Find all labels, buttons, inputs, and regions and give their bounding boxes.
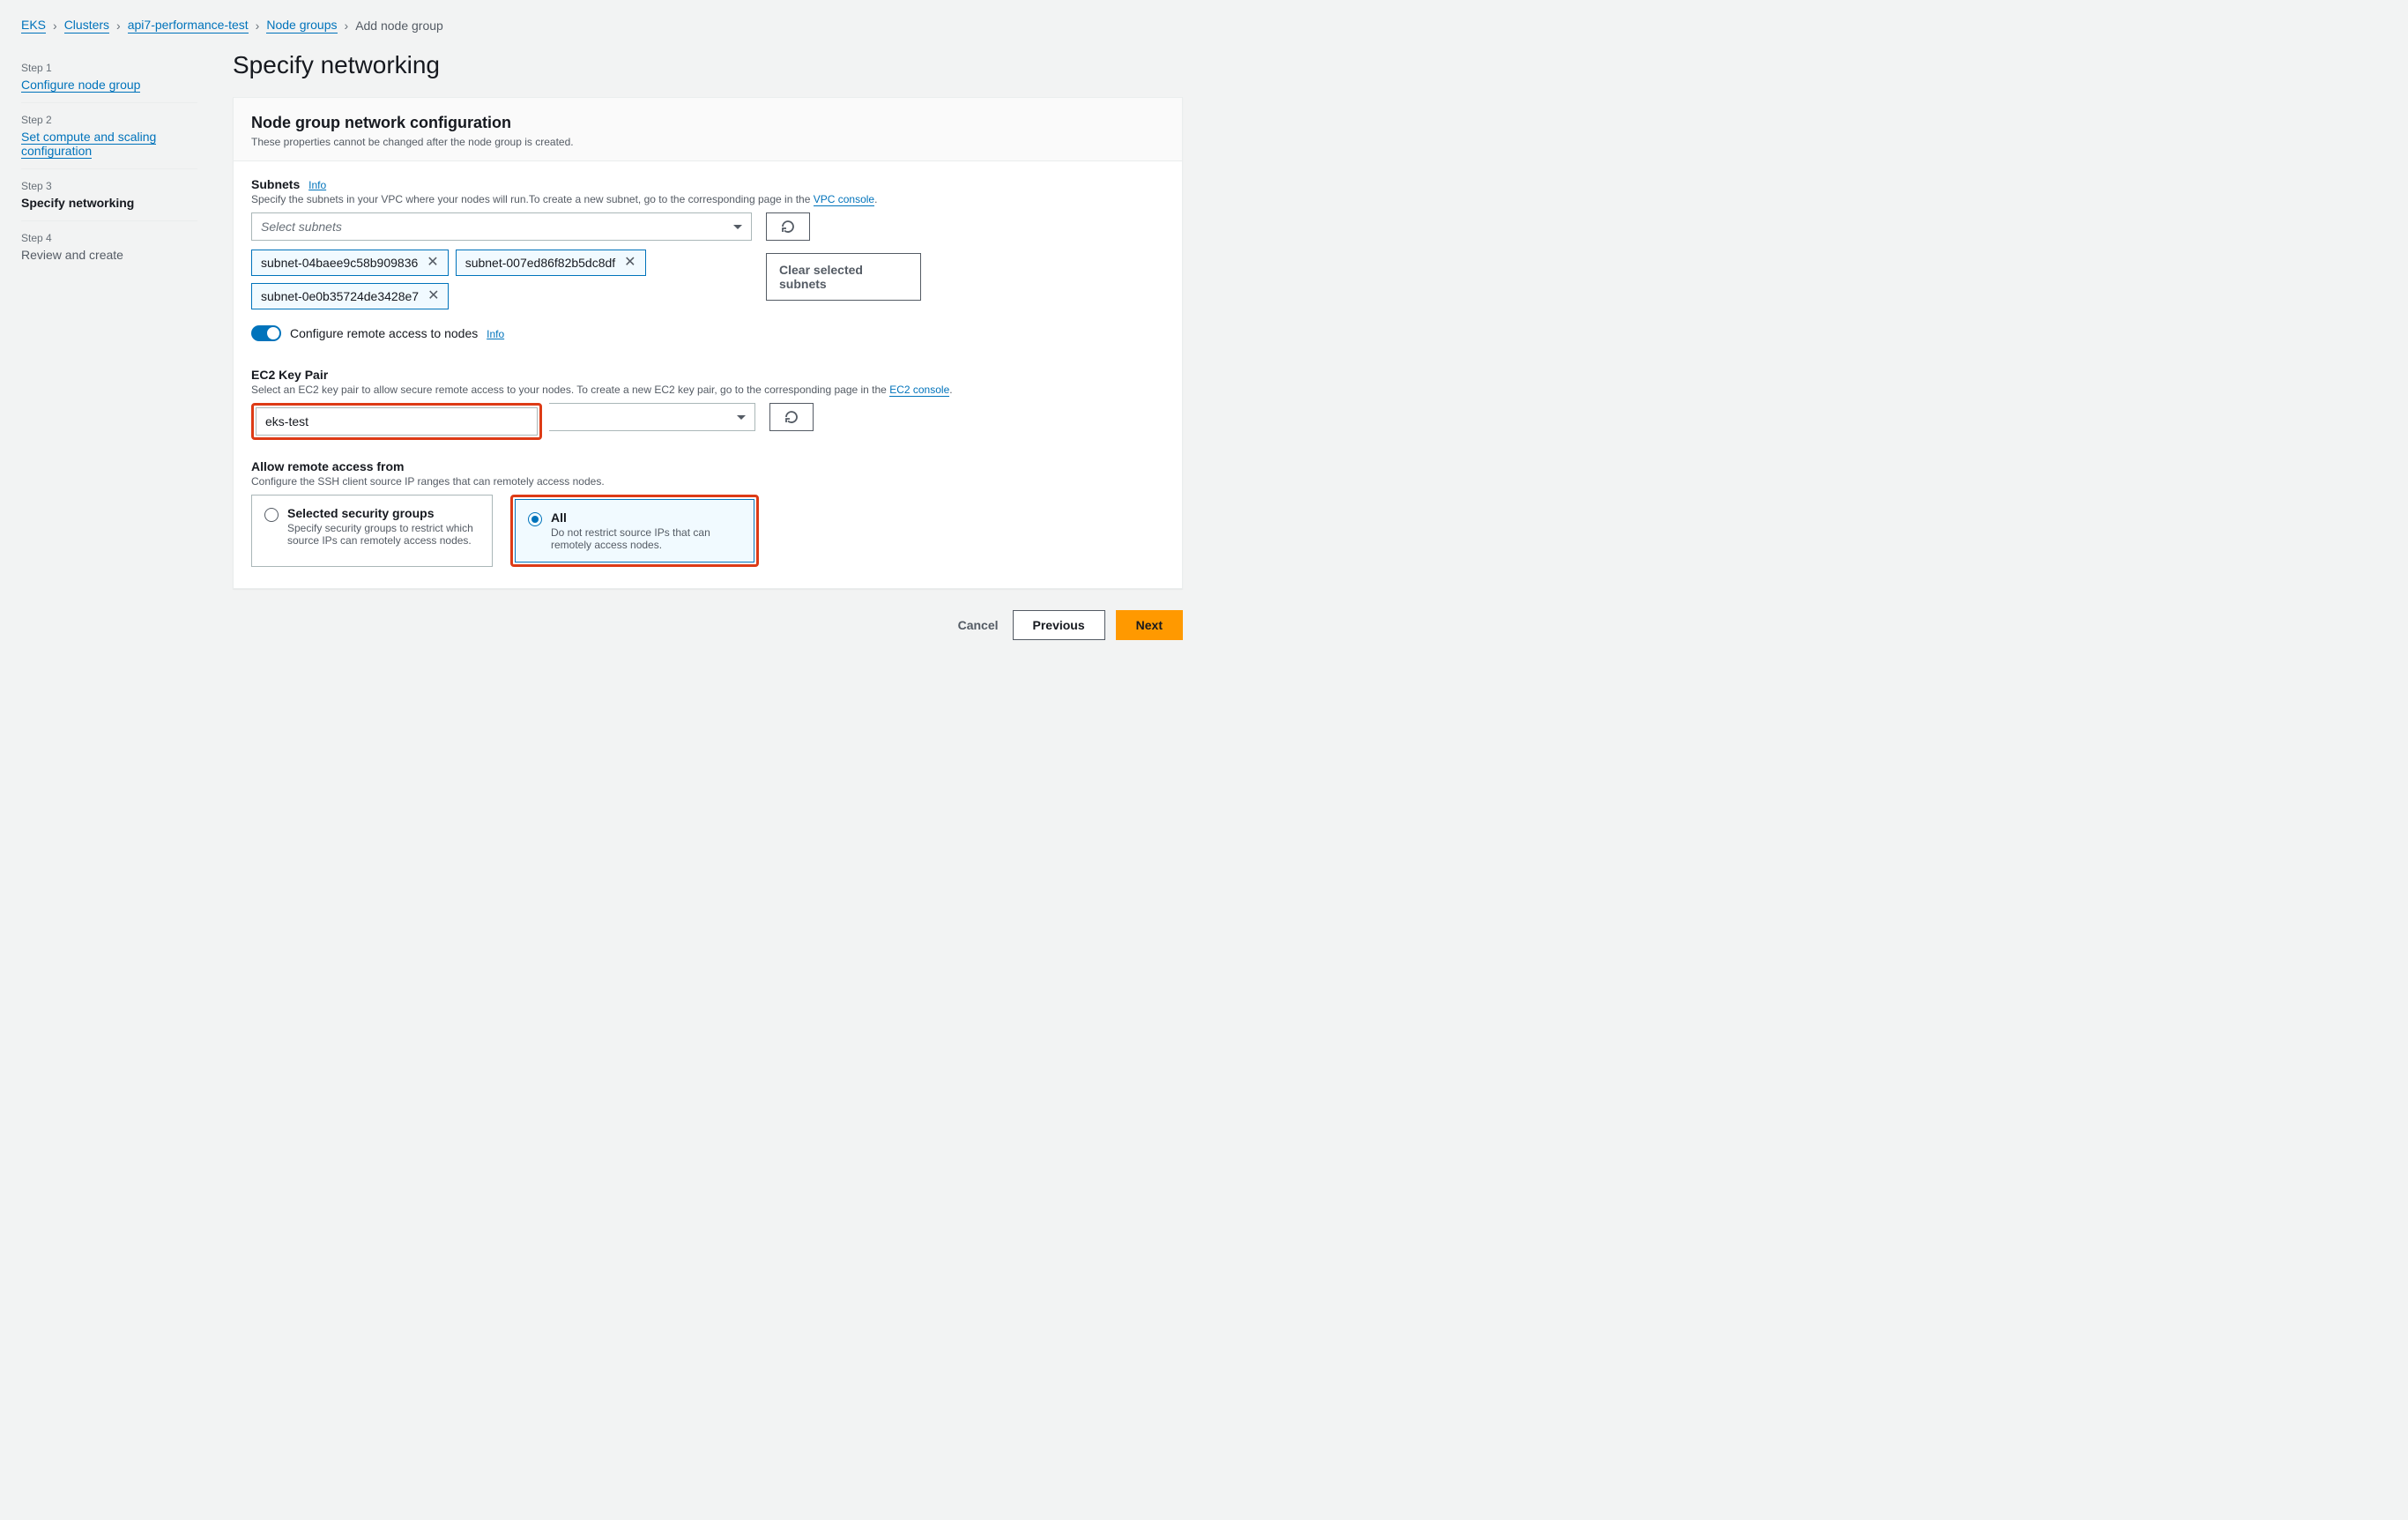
breadcrumb-current: Add node group — [355, 19, 443, 33]
next-button[interactable]: Next — [1116, 610, 1183, 640]
subnets-info-link[interactable]: Info — [308, 179, 326, 191]
keypair-select-caret[interactable] — [549, 403, 755, 431]
breadcrumb-eks[interactable]: EKS — [21, 18, 46, 34]
keypair-hint: Select an EC2 key pair to allow secure r… — [251, 384, 1164, 396]
subnets-select[interactable]: Select subnets — [251, 212, 752, 241]
refresh-icon — [784, 410, 799, 424]
chevron-right-icon: › — [256, 19, 260, 33]
close-icon[interactable]: ✕ — [624, 256, 635, 270]
chevron-right-icon: › — [345, 19, 349, 33]
radio-icon — [264, 508, 279, 522]
step-2[interactable]: Step 2 Set compute and scaling configura… — [21, 103, 197, 169]
keypair-label: EC2 Key Pair — [251, 368, 1164, 382]
panel-desc: These properties cannot be changed after… — [251, 136, 1164, 148]
remote-access-toggle[interactable] — [251, 325, 281, 341]
step-1[interactable]: Step 1 Configure node group — [21, 51, 197, 103]
previous-button[interactable]: Previous — [1013, 610, 1105, 640]
wizard-footer: Cancel Previous Next — [233, 610, 1183, 640]
wizard-steps: Step 1 Configure node group Step 2 Set c… — [21, 51, 197, 640]
refresh-subnets-button[interactable] — [766, 212, 810, 241]
page-title: Specify networking — [233, 51, 1183, 79]
breadcrumb-clusters[interactable]: Clusters — [64, 18, 109, 34]
remote-access-label: Configure remote access to nodes Info — [290, 326, 504, 340]
refresh-keypair-button[interactable] — [769, 403, 814, 431]
vpc-console-link[interactable]: VPC console — [814, 193, 874, 206]
chevron-right-icon: › — [116, 19, 121, 33]
radio-selected-sg[interactable]: Selected security groups Specify securit… — [251, 495, 493, 567]
radio-icon — [528, 512, 542, 526]
subnet-token: subnet-04baee9c58b909836 ✕ — [251, 250, 449, 276]
allow-from-label: Allow remote access from — [251, 459, 1164, 473]
step-2-link[interactable]: Set compute and scaling configuration — [21, 130, 156, 159]
step-3: Step 3 Specify networking — [21, 169, 197, 221]
panel-title: Node group network configuration — [251, 114, 1164, 132]
keypair-select[interactable]: eks-test — [256, 407, 538, 436]
close-icon[interactable]: ✕ — [427, 256, 438, 270]
chevron-right-icon: › — [53, 19, 57, 33]
chevron-down-icon — [733, 225, 742, 229]
remote-access-info-link[interactable]: Info — [487, 328, 504, 340]
ec2-console-link[interactable]: EC2 console — [889, 384, 949, 397]
breadcrumb-cluster-name[interactable]: api7-performance-test — [128, 18, 249, 34]
step-1-link[interactable]: Configure node group — [21, 78, 140, 93]
refresh-icon — [781, 220, 795, 234]
clear-subnets-button[interactable]: Clear selected subnets — [766, 253, 921, 301]
chevron-down-icon — [737, 415, 746, 420]
subnets-label: Subnets Info — [251, 177, 1164, 191]
allow-from-hint: Configure the SSH client source IP range… — [251, 475, 1164, 488]
step-4: Step 4 Review and create — [21, 221, 197, 272]
radio-all[interactable]: All Do not restrict source IPs that can … — [515, 499, 754, 563]
breadcrumb: EKS › Clusters › api7-performance-test ›… — [21, 18, 1183, 34]
subnets-hint: Specify the subnets in your VPC where yo… — [251, 193, 1164, 205]
cancel-button[interactable]: Cancel — [955, 611, 1002, 639]
subnet-token: subnet-007ed86f82b5dc8df ✕ — [456, 250, 646, 276]
close-icon[interactable]: ✕ — [427, 289, 439, 303]
network-config-panel: Node group network configuration These p… — [233, 97, 1183, 589]
subnet-token: subnet-0e0b35724de3428e7 ✕ — [251, 283, 449, 309]
breadcrumb-node-groups[interactable]: Node groups — [266, 18, 337, 34]
